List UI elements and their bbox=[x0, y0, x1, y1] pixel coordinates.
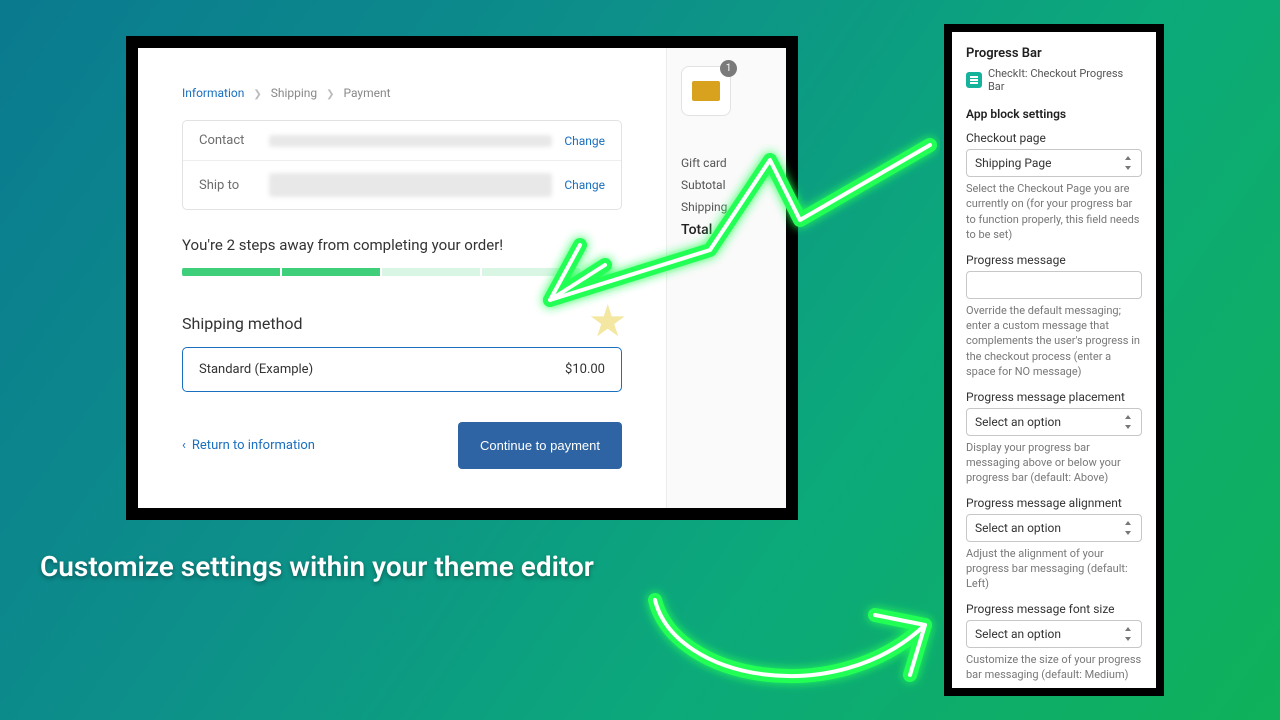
cart-quantity-badge: 1 bbox=[720, 60, 737, 77]
chevron-right-icon: ❯ bbox=[326, 89, 334, 100]
alignment-value: Select an option bbox=[975, 521, 1061, 535]
product-image-icon bbox=[692, 81, 720, 101]
font-size-select[interactable]: Select an option bbox=[966, 620, 1142, 648]
checkout-screenshot: Information ❯ Shipping ❯ Payment Contact… bbox=[126, 36, 798, 520]
shipping-option-name: Standard (Example) bbox=[199, 362, 313, 377]
checkout-footer: ‹ Return to information Continue to paym… bbox=[182, 422, 622, 469]
marketing-caption: Customize settings within your theme edi… bbox=[40, 550, 594, 583]
alignment-label: Progress message alignment bbox=[966, 496, 1142, 510]
checkout-page-select[interactable]: Shipping Page bbox=[966, 149, 1142, 177]
shipto-value-blurred bbox=[269, 173, 552, 197]
progress-message-input[interactable] bbox=[966, 271, 1142, 299]
progress-segment bbox=[482, 268, 580, 276]
shipping-option[interactable]: Standard (Example) $10.00 bbox=[182, 347, 622, 392]
breadcrumb-shipping: Shipping bbox=[271, 86, 317, 100]
alignment-select[interactable]: Select an option bbox=[966, 514, 1142, 542]
change-shipto-link[interactable]: Change bbox=[564, 178, 605, 192]
shipping-label: Shipping bbox=[681, 200, 772, 214]
chevron-right-icon: ❯ bbox=[253, 89, 261, 100]
return-link-label: Return to information bbox=[192, 438, 315, 453]
shipto-label: Ship to bbox=[199, 178, 269, 193]
placement-help: Display your progress bar messaging abov… bbox=[966, 440, 1142, 486]
theme-editor-settings: Progress Bar CheckIt: Checkout Progress … bbox=[944, 24, 1164, 696]
progress-message-label: Progress message bbox=[966, 253, 1142, 267]
progress-bar bbox=[182, 268, 580, 276]
placement-select[interactable]: Select an option bbox=[966, 408, 1142, 436]
checkout-page-value: Shipping Page bbox=[975, 156, 1052, 170]
font-size-label: Progress message font size bbox=[966, 602, 1142, 616]
app-name: CheckIt: Checkout Progress Bar bbox=[988, 67, 1142, 93]
continue-button[interactable]: Continue to payment bbox=[458, 422, 622, 469]
gift-card-label: Gift card bbox=[681, 156, 772, 170]
updown-icon bbox=[1123, 627, 1133, 641]
updown-icon bbox=[1123, 521, 1133, 535]
contact-value-blurred bbox=[269, 135, 552, 147]
breadcrumb-information[interactable]: Information bbox=[182, 86, 244, 100]
progress-message: You're 2 steps away from completing your… bbox=[182, 236, 622, 254]
checkout-page-label: Checkout page bbox=[966, 131, 1142, 145]
font-size-value: Select an option bbox=[975, 627, 1061, 641]
progress-segment bbox=[382, 268, 480, 276]
placement-label: Progress message placement bbox=[966, 390, 1142, 404]
checkout-main: Information ❯ Shipping ❯ Payment Contact… bbox=[138, 48, 666, 508]
breadcrumb-payment: Payment bbox=[343, 86, 390, 100]
total-label: Total bbox=[681, 222, 772, 238]
checkout-page-help: Select the Checkout Page you are current… bbox=[966, 181, 1142, 243]
arrow-curve-icon bbox=[635, 560, 965, 710]
font-size-help: Customize the size of your progress bar … bbox=[966, 652, 1142, 683]
contact-row: Contact Change bbox=[183, 121, 621, 161]
cart-item-thumb: 1 bbox=[681, 66, 731, 116]
shipto-row: Ship to Change bbox=[183, 161, 621, 209]
updown-icon bbox=[1123, 415, 1133, 429]
settings-title: Progress Bar bbox=[966, 46, 1142, 61]
updown-icon bbox=[1123, 156, 1133, 170]
chevron-left-icon: ‹ bbox=[182, 438, 186, 453]
section-heading: App block settings bbox=[966, 107, 1142, 121]
shipping-option-price: $10.00 bbox=[565, 362, 605, 377]
placement-value: Select an option bbox=[975, 415, 1061, 429]
app-icon bbox=[966, 72, 982, 88]
shipping-method-heading: Shipping method bbox=[182, 314, 622, 333]
subtotal-label: Subtotal bbox=[681, 178, 772, 192]
progress-segment bbox=[182, 268, 280, 276]
alignment-help: Adjust the alignment of your progress ba… bbox=[966, 546, 1142, 592]
contact-label: Contact bbox=[199, 133, 269, 148]
progress-message-help: Override the default messaging; enter a … bbox=[966, 303, 1142, 380]
star-icon: ★ bbox=[588, 295, 627, 347]
progress-segment bbox=[282, 268, 380, 276]
app-identifier: CheckIt: Checkout Progress Bar bbox=[966, 67, 1142, 93]
return-link[interactable]: ‹ Return to information bbox=[182, 438, 315, 453]
change-contact-link[interactable]: Change bbox=[564, 134, 605, 148]
breadcrumb: Information ❯ Shipping ❯ Payment bbox=[182, 86, 622, 100]
contact-ship-box: Contact Change Ship to Change bbox=[182, 120, 622, 210]
order-summary: 1 Gift card Subtotal Shipping Total bbox=[666, 48, 786, 508]
